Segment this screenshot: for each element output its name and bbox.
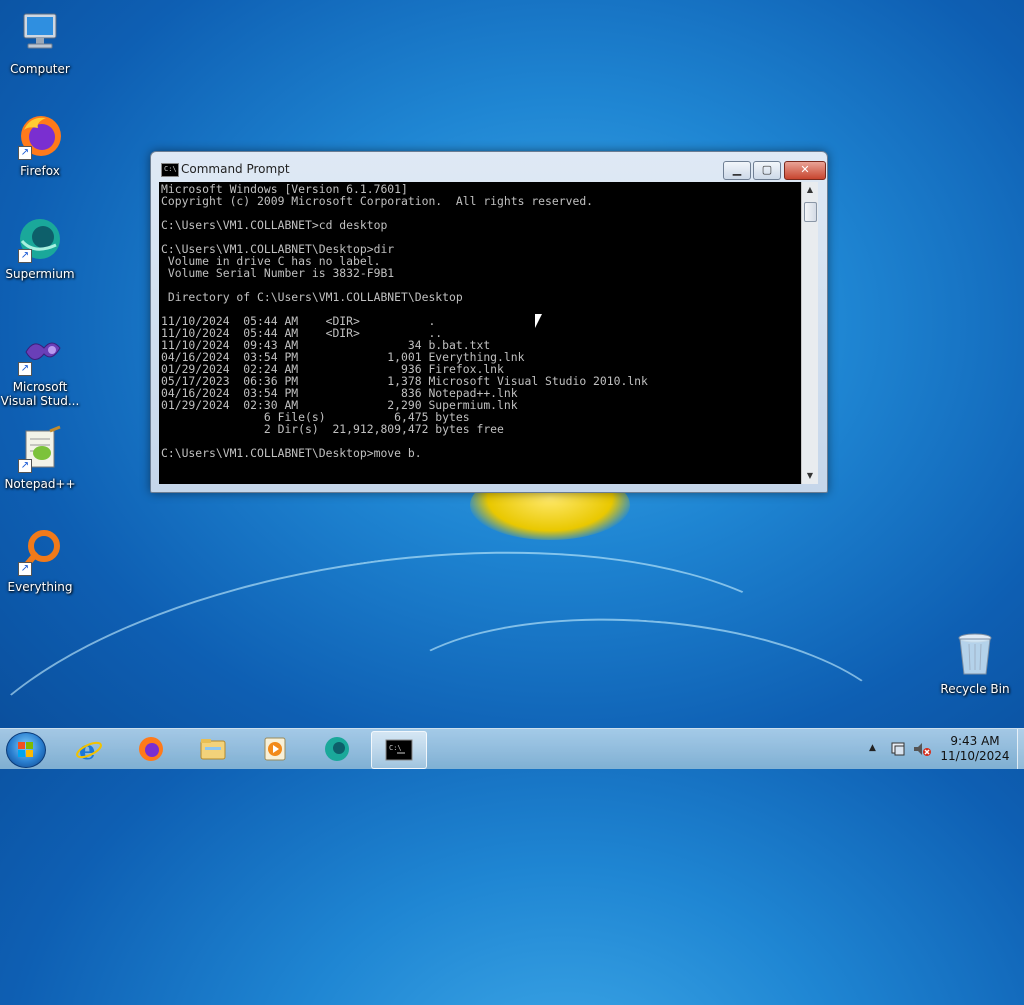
maximize-button[interactable]: ▢: [753, 161, 781, 180]
command-prompt-icon: C:\: [385, 739, 413, 761]
shortcut-arrow-icon: ↗: [18, 459, 32, 473]
console-line: C:\Users\VM1.COLLABNET\Desktop>move b.: [161, 446, 422, 460]
internet-explorer-icon: e: [76, 736, 102, 763]
taskbar-explorer[interactable]: [186, 731, 240, 767]
command-prompt-window[interactable]: C:\ Command Prompt ▁ ▢ ✕ Microsoft Windo…: [150, 151, 828, 493]
desktop-icon-label: Firefox: [20, 164, 60, 178]
folder-icon: [200, 739, 226, 760]
firefox-icon: ↗: [16, 112, 64, 160]
desktop-icon-label: Microsoft Visual Stud...: [0, 380, 80, 408]
volume-muted-icon[interactable]: [912, 741, 932, 757]
scroll-down-icon[interactable]: ▼: [802, 468, 818, 484]
taskbar: e C:\ ▲ 9:43 AM 11/10/2024: [0, 728, 1024, 769]
scroll-up-icon[interactable]: ▲: [802, 182, 818, 198]
show-hidden-icons-button[interactable]: ▲: [869, 743, 876, 753]
desktop-icon-recycle-bin[interactable]: Recycle Bin: [935, 630, 1015, 696]
desktop-icon-computer[interactable]: Computer: [0, 10, 80, 76]
clock-date: 11/10/2024: [940, 749, 1010, 763]
mouse-pointer-icon: [535, 314, 542, 328]
console-line: Copyright (c) 2009 Microsoft Corporation…: [161, 194, 594, 208]
notepadpp-icon: ↗: [16, 425, 64, 473]
computer-icon: [16, 10, 64, 58]
desktop-icon-firefox[interactable]: ↗ Firefox: [0, 112, 80, 178]
window-title: Command Prompt: [181, 162, 290, 176]
window-titlebar[interactable]: C:\ Command Prompt ▁ ▢ ✕: [151, 152, 827, 182]
show-desktop-button[interactable]: [1017, 729, 1024, 769]
start-button[interactable]: [6, 732, 46, 768]
shortcut-arrow-icon: ↗: [18, 362, 32, 376]
desktop-icon-label: Recycle Bin: [940, 682, 1010, 696]
taskbar-clock[interactable]: 9:43 AM 11/10/2024: [935, 734, 1015, 764]
everything-icon: ↗: [16, 528, 64, 576]
shortcut-arrow-icon: ↗: [18, 249, 32, 263]
visual-studio-icon: ↗: [16, 328, 64, 376]
taskbar-supermium[interactable]: [310, 731, 364, 767]
console-line: Directory of C:\Users\VM1.COLLABNET\Desk…: [161, 290, 463, 304]
close-button[interactable]: ✕: [784, 161, 826, 180]
supermium-icon: ↗: [16, 215, 64, 263]
recycle-bin-icon: [951, 630, 999, 678]
desktop-icon-supermium[interactable]: ↗ Supermium: [0, 215, 80, 281]
console-area[interactable]: Microsoft Windows [Version 6.1.7601] Copy…: [159, 182, 809, 484]
desktop-icon-label: Supermium: [5, 267, 75, 281]
windows-flag-icon: [18, 742, 34, 758]
taskbar-internet-explorer[interactable]: e: [62, 731, 116, 767]
svg-text:C:\: C:\: [389, 744, 402, 752]
desktop-icon-notepadpp[interactable]: ↗ Notepad++: [0, 425, 80, 491]
supermium-icon: [325, 737, 349, 761]
scrollbar-thumb[interactable]: [804, 202, 817, 222]
shortcut-arrow-icon: ↗: [18, 146, 32, 160]
desktop-icon-visual-studio[interactable]: ↗ Microsoft Visual Stud...: [0, 328, 80, 408]
cmd-app-icon: C:\: [161, 163, 179, 177]
vertical-scrollbar[interactable]: ▲ ▼: [801, 182, 818, 484]
action-center-flag-icon[interactable]: [890, 741, 908, 757]
taskbar-media-player[interactable]: [248, 731, 302, 767]
console-output: Microsoft Windows [Version 6.1.7601] Copy…: [159, 182, 809, 460]
shortcut-arrow-icon: ↗: [18, 562, 32, 576]
console-line: C:\Users\VM1.COLLABNET>cd desktop: [161, 218, 388, 232]
taskbar-command-prompt[interactable]: C:\: [371, 731, 427, 769]
media-player-icon: [264, 737, 286, 761]
desktop-icon-everything[interactable]: ↗ Everything: [0, 528, 80, 594]
console-line: 2 Dir(s) 21,912,809,472 bytes free: [161, 422, 504, 436]
minimize-button[interactable]: ▁: [723, 161, 751, 180]
firefox-icon: [139, 737, 163, 761]
console-line: Volume Serial Number is 3832-F9B1: [161, 266, 395, 280]
desktop-icon-label: Everything: [7, 580, 73, 594]
desktop-icon-label: Computer: [10, 62, 70, 76]
clock-time: 9:43 AM: [950, 734, 1000, 748]
desktop-icon-label: Notepad++: [4, 477, 76, 491]
taskbar-firefox[interactable]: [124, 731, 178, 767]
